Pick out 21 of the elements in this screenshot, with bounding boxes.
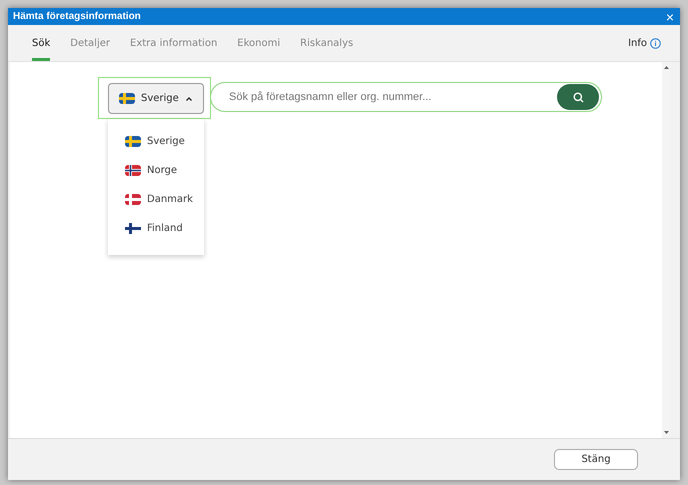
- flag-icon: [125, 194, 141, 205]
- country-select[interactable]: Sverige: [108, 83, 204, 114]
- scroll-down-icon: [664, 431, 668, 434]
- caret-icon: [185, 96, 193, 102]
- flag-icon: [125, 165, 141, 176]
- search-icon: [572, 92, 584, 102]
- flag-icon: [119, 93, 135, 104]
- flag-icon: [125, 136, 141, 147]
- search-button[interactable]: [557, 84, 599, 110]
- close-button[interactable]: ×: [664, 10, 676, 24]
- close-dialog-button[interactable]: Stäng: [554, 449, 638, 470]
- scroll-up-icon: [664, 66, 668, 69]
- country-option[interactable]: Norge: [108, 156, 204, 185]
- country-option[interactable]: Sverige: [108, 127, 204, 156]
- country-option[interactable]: Finland: [108, 214, 204, 243]
- info-link[interactable]: Info: [628, 25, 661, 61]
- info-icon: [650, 38, 661, 48]
- country-option[interactable]: Danmark: [108, 185, 204, 214]
- flag-icon: [125, 223, 141, 234]
- search-field[interactable]: Sök på företagsnamn eller org. nummer...: [210, 82, 602, 112]
- window-title: Hämta företagsinformation: [13, 11, 141, 22]
